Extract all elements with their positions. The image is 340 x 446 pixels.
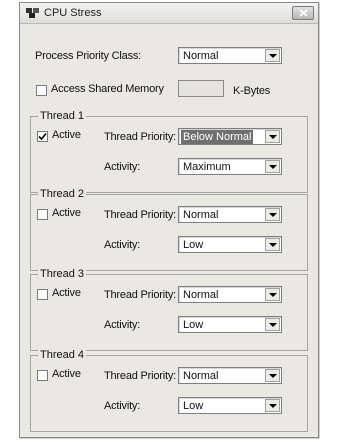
dropdown-arrow-button[interactable]: [265, 160, 280, 173]
thread-active-label: Active: [52, 207, 81, 219]
process-priority-select[interactable]: Normal: [178, 47, 282, 64]
thread-activity-value: Low: [183, 239, 204, 251]
chevron-down-icon: [269, 323, 277, 327]
thread-activity-label: Activity:: [104, 319, 141, 331]
thread-group-title: Thread 3: [38, 268, 87, 280]
thread-priority-value: Normal: [183, 289, 219, 301]
thread-priority-label: Thread Priority:: [104, 131, 176, 143]
chevron-down-icon: [269, 243, 277, 247]
chevron-down-icon: [269, 135, 277, 139]
kbytes-label: K-Bytes: [233, 85, 271, 97]
thread-priority-label: Thread Priority:: [104, 209, 176, 221]
thread-priority-value: Below Normal: [181, 130, 254, 144]
window-title: CPU Stress: [44, 7, 102, 19]
thread-priority-select[interactable]: Normal: [178, 367, 282, 384]
chevron-down-icon: [269, 293, 277, 297]
shared-memory-label: Access Shared Memory: [51, 83, 164, 95]
thread-activity-label: Activity:: [104, 161, 141, 173]
thread-group-2: Thread 2 Active Thread Priority: Normal …: [30, 188, 308, 271]
dropdown-arrow-button[interactable]: [265, 208, 280, 221]
thread-active-checkbox[interactable]: [37, 370, 48, 381]
chevron-down-icon: [269, 54, 277, 58]
thread-priority-label: Thread Priority:: [104, 289, 176, 301]
chevron-down-icon: [269, 374, 277, 378]
thread-priority-select[interactable]: Below Normal: [178, 128, 282, 145]
thread-group-3: Thread 3 Active Thread Priority: Normal …: [30, 268, 308, 351]
dropdown-arrow-button[interactable]: [265, 369, 280, 382]
dropdown-arrow-button[interactable]: [265, 49, 280, 62]
dropdown-arrow-button[interactable]: [265, 399, 280, 412]
thread-priority-select[interactable]: Normal: [178, 286, 282, 303]
shared-memory-checkbox[interactable]: [36, 85, 47, 96]
close-button[interactable]: [292, 6, 314, 20]
thread-activity-value: Low: [183, 400, 204, 412]
chevron-down-icon: [269, 213, 277, 217]
thread-activity-value: Low: [183, 319, 204, 331]
thread-activity-select[interactable]: Low: [178, 397, 282, 414]
thread-priority-select[interactable]: Normal: [178, 206, 282, 223]
thread-priority-value: Normal: [183, 209, 219, 221]
thread-active-checkbox[interactable]: [37, 131, 48, 142]
thread-group-4: Thread 4 Active Thread Priority: Normal …: [30, 349, 308, 432]
thread-activity-label: Activity:: [104, 400, 141, 412]
thread-activity-select[interactable]: Maximum: [178, 158, 282, 175]
thread-activity-select[interactable]: Low: [178, 236, 282, 253]
thread-priority-label: Thread Priority:: [104, 370, 176, 382]
cpu-stress-window: CPU Stress Process Priority Class: Norma…: [19, 2, 319, 438]
checkmark-icon: [38, 132, 47, 141]
thread-activity-select[interactable]: Low: [178, 316, 282, 333]
thread-active-checkbox[interactable]: [37, 289, 48, 300]
cpu-stress-icon: [26, 7, 40, 19]
dropdown-arrow-button[interactable]: [265, 238, 280, 251]
chevron-down-icon: [269, 404, 277, 408]
shared-memory-size-input[interactable]: [178, 80, 224, 97]
thread-group-title: Thread 2: [38, 188, 87, 200]
thread-group-1: Thread 1 Active Thread Priority: Below N…: [30, 110, 308, 193]
close-icon: [299, 9, 308, 17]
thread-active-checkbox[interactable]: [37, 209, 48, 220]
thread-active-label: Active: [52, 287, 81, 299]
thread-priority-value: Normal: [183, 370, 219, 382]
dropdown-arrow-button[interactable]: [265, 288, 280, 301]
thread-group-title: Thread 1: [38, 110, 87, 122]
process-priority-value: Normal: [183, 50, 219, 62]
chevron-down-icon: [269, 165, 277, 169]
thread-active-label: Active: [52, 368, 81, 380]
thread-activity-value: Maximum: [183, 161, 231, 173]
thread-group-title: Thread 4: [38, 349, 87, 361]
dropdown-arrow-button[interactable]: [265, 318, 280, 331]
title-bar[interactable]: CPU Stress: [20, 3, 318, 24]
dropdown-arrow-button[interactable]: [265, 130, 280, 143]
process-priority-label: Process Priority Class:: [35, 50, 142, 62]
thread-active-label: Active: [52, 129, 81, 141]
thread-activity-label: Activity:: [104, 239, 141, 251]
